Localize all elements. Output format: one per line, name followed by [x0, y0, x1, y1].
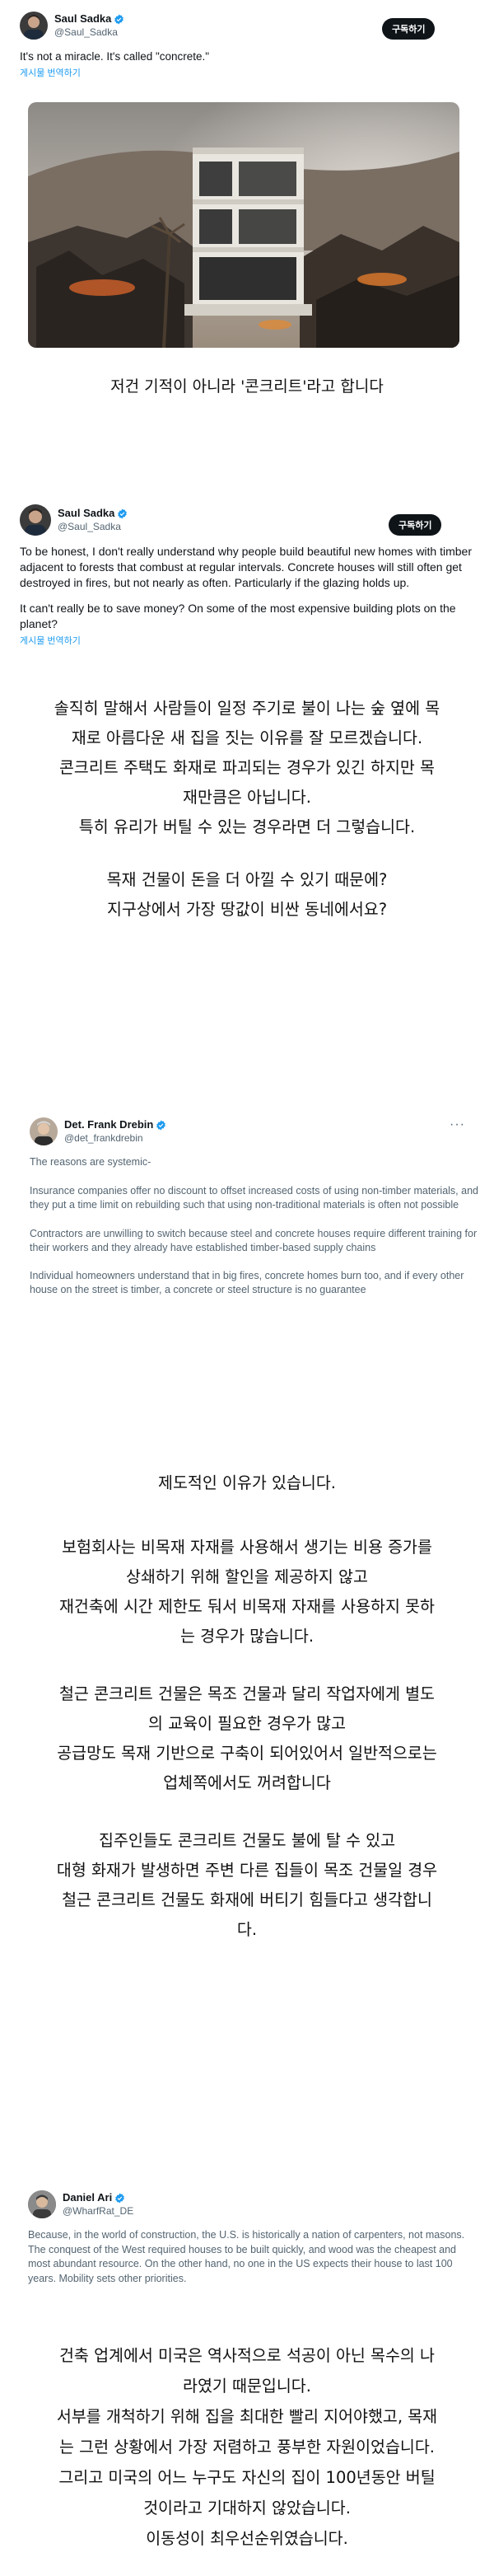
tweet-card-2: Saul Sadka @Saul_Sadka 구독하기 To be honest… [20, 504, 474, 661]
follow-button[interactable]: 구독하기 [382, 18, 436, 40]
tweet-text: Because, in the world of construction, t… [28, 2229, 465, 2284]
verified-badge-icon [118, 508, 128, 519]
author-name[interactable]: Saul Sadka [54, 12, 124, 26]
author-name[interactable]: Daniel Ari [63, 2191, 133, 2204]
tweet-text-paragraph-2: It can't really be to save money? On som… [20, 601, 456, 630]
avatar[interactable] [30, 1117, 58, 1145]
tweet-media-image[interactable] [28, 102, 459, 348]
tweet-text-paragraph-1: The reasons are systemic- [30, 1156, 151, 1168]
caption-2: 솔직히 말해서 사람들이 일정 주기로 불이 나는 숲 옆에 목 재로 아름다운… [54, 699, 440, 836]
caption-1: 저건 기적이 아니라 '콘크리트'라고 합니다 [110, 377, 384, 396]
caption-3: 제도적인 이유가 있습니다. [158, 1473, 336, 1492]
tweet-text: It's not a miracle. It's called "concret… [20, 50, 210, 63]
translate-link[interactable]: 게시물 번역하기 [20, 66, 474, 79]
tweet-card-4: Daniel Ari @WharfRat_DE Because, in the … [28, 2190, 473, 2314]
avatar[interactable] [20, 504, 51, 536]
tweet-text-paragraph-1: To be honest, I don't really understand … [20, 545, 473, 589]
tweet-header: Daniel Ari @WharfRat_DE [28, 2190, 473, 2218]
follow-button[interactable]: 구독하기 [389, 514, 442, 536]
caption-3-block-2: 철근 콘크리트 건물은 목조 건물과 달리 작업자에게 별도 의 교육이 필요한… [57, 1684, 437, 1792]
author-handle[interactable]: @Saul_Sadka [58, 521, 128, 533]
avatar[interactable] [20, 12, 48, 40]
author-name[interactable]: Saul Sadka [58, 507, 128, 520]
caption-4: 건축 업계에서 미국은 역사적으로 석공이 아닌 목수의 나 라였기 때문입니다… [56, 2346, 438, 2548]
tweet-text-paragraph-2: Insurance companies offer no discount to… [30, 1184, 478, 1211]
translate-link[interactable]: 게시물 번역하기 [20, 634, 474, 647]
more-dots-icon[interactable]: ··· [450, 1117, 465, 1132]
author-handle[interactable]: @Saul_Sadka [54, 26, 124, 39]
caption-3-block-1: 보험회사는 비목재 자재를 사용해서 생기는 비용 증가를 상쇄하기 위해 할인… [58, 1538, 435, 1646]
author-name[interactable]: Det. Frank Drebin [64, 1118, 166, 1131]
verified-badge-icon [156, 1120, 166, 1131]
author-handle[interactable]: @WharfRat_DE [63, 2205, 133, 2218]
tweet-card-3: Det. Frank Drebin @det_frankdrebin ··· T… [30, 1117, 479, 1389]
verified-badge-icon [114, 14, 124, 25]
verified-badge-icon [115, 2193, 125, 2204]
tweet-text-paragraph-4: Individual homeowners understand that in… [30, 1270, 464, 1296]
caption-2b: 목재 건물이 돈을 더 아낄 수 있기 때문에? 지구상에서 가장 땅값이 비싼… [106, 870, 388, 919]
tweet-header: Det. Frank Drebin @det_frankdrebin [30, 1117, 479, 1145]
caption-3-block-3: 집주인들도 콘크리트 건물도 불에 탈 수 있고 대형 화재가 발생하면 주변 … [56, 1831, 438, 1939]
tweet-text-paragraph-3: Contractors are unwilling to switch beca… [30, 1227, 478, 1253]
tweet-card-1: Saul Sadka @Saul_Sadka 구독하기 It's not a m… [20, 12, 474, 358]
avatar[interactable] [28, 2190, 56, 2218]
author-handle[interactable]: @det_frankdrebin [64, 1132, 166, 1145]
